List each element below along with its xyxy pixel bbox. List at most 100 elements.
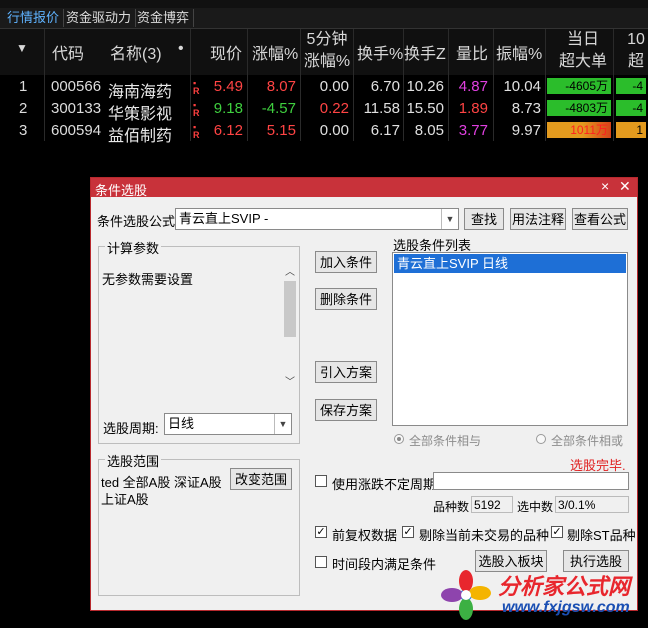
usage-button[interactable]: 用法注释 bbox=[510, 208, 566, 230]
row-amplitude: 9.97 bbox=[511, 122, 541, 139]
row-extra: 1 bbox=[616, 122, 646, 138]
view-formula-button[interactable]: 查看公式 bbox=[572, 208, 628, 230]
sort-icon[interactable]: ▼ bbox=[16, 41, 28, 55]
row-big-order: -4803万 bbox=[547, 100, 611, 116]
row-name: 益佰制药 bbox=[108, 128, 173, 145]
scroll-thumb[interactable] bbox=[284, 281, 296, 337]
species-count-label: 品种数 bbox=[433, 500, 470, 514]
watermark-logo: 分析家公式网 www.fxjgsw.com bbox=[436, 565, 646, 623]
col-five-min[interactable]: 5分钟 涨幅% bbox=[302, 29, 352, 73]
params-group: 计算参数 无参数需要设置 ︿ ﹀ 选股周期: 日线 ▼ bbox=[98, 238, 300, 444]
col-five-min-line1: 5分钟 bbox=[306, 31, 348, 48]
change-scope-button[interactable]: 改变范围 bbox=[230, 468, 292, 490]
col-volume-ratio[interactable]: 量比 bbox=[456, 40, 488, 64]
col-five-min-line2: 涨幅% bbox=[303, 53, 351, 70]
col-turnover[interactable]: 换手% bbox=[357, 40, 403, 64]
scroll-down-icon[interactable]: ﹀ bbox=[283, 373, 297, 388]
col-name[interactable]: 名称(3) bbox=[110, 40, 162, 64]
fq-label: 前复权数据 bbox=[332, 528, 398, 543]
col-change-pct[interactable]: 涨幅% bbox=[252, 40, 298, 64]
period-select[interactable]: 日线 ▼ bbox=[164, 413, 292, 435]
species-count-value: 5192 bbox=[471, 496, 513, 513]
tab-capital-drive[interactable]: 资金驱动力 bbox=[62, 9, 137, 27]
use-period-checkbox[interactable] bbox=[315, 475, 327, 487]
chevron-down-icon[interactable]: ▼ bbox=[441, 209, 458, 229]
row-price: 5.49 bbox=[213, 78, 243, 95]
formula-select-value: 青云直上SVIP - bbox=[179, 211, 269, 226]
col-extra-line1: 10 bbox=[627, 31, 645, 48]
row-index: 1 bbox=[19, 78, 28, 95]
list-item[interactable]: 青云直上SVIP 日线 bbox=[394, 254, 626, 273]
col-turnover-z[interactable]: 换手Z bbox=[404, 40, 446, 64]
period-label: 选股周期: bbox=[103, 421, 159, 436]
row-turnover: 11.58 bbox=[363, 100, 400, 117]
col-today-big-line2: 超大单 bbox=[558, 53, 607, 70]
radio-all-and-label: 全部条件相与 bbox=[409, 434, 482, 448]
row-code: 600594 bbox=[51, 122, 102, 139]
col-today-big-line1: 当日 bbox=[566, 31, 599, 48]
table-header: ▼ 代码 名称(3) • 现价 涨幅% 5分钟 涨幅% 换手% 换手Z 量比 振… bbox=[0, 29, 648, 75]
row-index: 3 bbox=[19, 122, 28, 139]
row-turnover-z: 10.26 bbox=[406, 78, 444, 95]
formula-select[interactable]: 青云直上SVIP - ▼ bbox=[175, 208, 459, 230]
row-turnover-z: 15.50 bbox=[406, 100, 444, 117]
period-range-input[interactable] bbox=[433, 472, 629, 490]
add-condition-button[interactable]: 加入条件 bbox=[315, 251, 377, 273]
row-turnover-z: 8.05 bbox=[414, 122, 444, 139]
row-extra: -4 bbox=[616, 78, 646, 94]
row-price: 9.18 bbox=[213, 100, 243, 117]
row-volume-ratio: 1.89 bbox=[458, 100, 488, 117]
row-change: 8.07 bbox=[266, 78, 296, 95]
selected-count-label: 选中数 bbox=[517, 500, 554, 514]
scope-group-title: 选股范围 bbox=[105, 451, 162, 470]
exclude-st-label: 剔除ST品种 bbox=[567, 528, 636, 543]
tab-capital-game[interactable]: 资金博弈 bbox=[133, 9, 195, 27]
col-code[interactable]: 代码 bbox=[52, 40, 84, 64]
exclude-untraded-checkbox[interactable]: ✓ bbox=[402, 526, 414, 538]
fq-checkbox[interactable]: ✓ bbox=[315, 526, 327, 538]
import-scheme-button[interactable]: 引入方案 bbox=[315, 361, 377, 383]
rongzi-icon: ▪ R bbox=[193, 78, 200, 96]
tab-quotes[interactable]: 行情报价 bbox=[3, 9, 65, 27]
formula-label: 条件选股公式 bbox=[97, 214, 176, 229]
condition-select-dialog: 条件选股 × ✕ 条件选股公式 青云直上SVIP - ▼ 查找 用法注释 查看公… bbox=[90, 177, 638, 611]
row-turnover: 6.70 bbox=[370, 78, 400, 95]
col-amplitude[interactable]: 振幅% bbox=[496, 40, 542, 64]
radio-all-or[interactable] bbox=[536, 434, 546, 444]
table-row[interactable]: 3 600594 益佰制药 ▪ R 6.12 5.15 0.00 6.17 8.0… bbox=[0, 120, 648, 145]
exclude-st-checkbox[interactable]: ✓ bbox=[551, 526, 563, 538]
time-range-label: 时间段内满足条件 bbox=[332, 557, 437, 572]
table-row[interactable]: 1 000566 海南海药 ▪ R 5.49 8.07 0.00 6.70 10.… bbox=[0, 76, 648, 101]
table-row[interactable]: 2 300133 华策影视 ▪ R 9.18 -4.57 0.22 11.58 1… bbox=[0, 98, 648, 123]
rongzi-icon: ▪ R bbox=[193, 122, 200, 140]
period-select-value: 日线 bbox=[168, 416, 195, 431]
row-five-min: 0.00 bbox=[319, 122, 349, 139]
delete-condition-button[interactable]: 删除条件 bbox=[315, 288, 377, 310]
row-big-order: -4605万 bbox=[547, 78, 611, 94]
exclude-untraded-label: 剔除当前未交易的品种 bbox=[419, 528, 550, 543]
help-icon[interactable]: × bbox=[601, 178, 609, 194]
row-volume-ratio: 3.77 bbox=[458, 122, 488, 139]
col-today-big[interactable]: 当日 超大单 bbox=[555, 29, 611, 73]
save-scheme-button[interactable]: 保存方案 bbox=[315, 399, 377, 421]
row-extra: -4 bbox=[616, 100, 646, 116]
tab-bar: 行情报价 资金驱动力 资金博弈 bbox=[0, 8, 648, 29]
row-price: 6.12 bbox=[213, 122, 243, 139]
use-period-label: 使用涨跌不定周期 bbox=[332, 477, 437, 492]
row-index: 2 bbox=[19, 100, 28, 117]
logo-url: www.fxjgsw.com bbox=[502, 599, 630, 616]
chevron-down-icon[interactable]: ▼ bbox=[274, 414, 291, 434]
radio-all-and[interactable] bbox=[394, 434, 404, 444]
find-button[interactable]: 查找 bbox=[464, 208, 504, 230]
params-scrollbar[interactable]: ︿ ﹀ bbox=[283, 263, 297, 388]
col-extra-line2: 超 bbox=[627, 53, 644, 70]
scroll-up-icon[interactable]: ︿ bbox=[283, 263, 297, 278]
time-range-checkbox[interactable] bbox=[315, 556, 327, 568]
condition-list[interactable]: 青云直上SVIP 日线 bbox=[392, 252, 628, 426]
col-extra[interactable]: 10 超 bbox=[626, 29, 646, 73]
close-icon[interactable]: ✕ bbox=[619, 178, 631, 195]
col-price[interactable]: 现价 bbox=[210, 40, 242, 64]
row-volume-ratio: 4.87 bbox=[458, 78, 488, 95]
row-five-min: 0.00 bbox=[319, 78, 349, 95]
dialog-titlebar[interactable]: 条件选股 × ✕ bbox=[91, 178, 637, 198]
